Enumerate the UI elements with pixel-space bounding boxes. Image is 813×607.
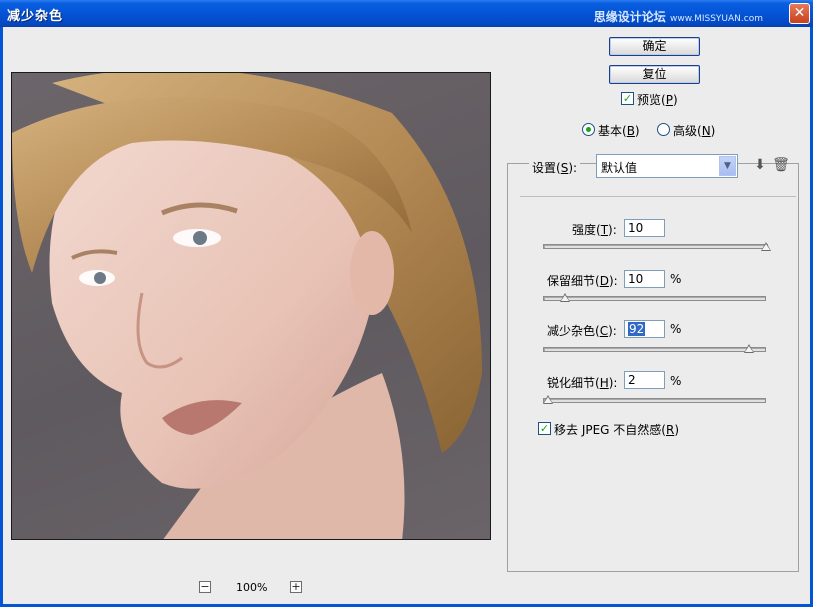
close-icon[interactable]: ✕ [789,3,810,24]
strength-input[interactable]: 10 [624,219,665,237]
reset-button[interactable]: 复位 [609,65,700,84]
radio-basic[interactable] [582,123,595,136]
zoom-out-button[interactable]: − [199,581,211,593]
reduce-color-noise-unit: % [670,322,682,336]
preserve-details-slider[interactable] [543,296,766,301]
divider [520,196,796,197]
reduce-color-noise-input[interactable]: 92 [624,320,665,338]
watermark-text: 思缘设计论坛 www.MISSYUAN.com [593,10,763,24]
preserve-details-input[interactable]: 10 [624,270,665,288]
strength-label: 强度(T): [572,223,617,237]
preserve-details-unit: % [670,272,682,286]
settings-dropdown[interactable]: 默认值 ▼ [596,154,738,178]
chevron-down-icon[interactable]: ▼ [719,156,736,176]
preview-image[interactable] [11,72,491,540]
radio-advanced-label: 高级(N) [673,124,716,138]
portrait-photo [12,73,482,539]
title-bar[interactable]: 减少杂色 思缘设计论坛 www.MISSYUAN.com ✕ [0,0,813,27]
ok-button[interactable]: 确定 [609,37,700,56]
sharpen-details-label: 锐化细节(H): [547,376,618,390]
reduce-color-noise-slider-thumb[interactable] [744,344,754,353]
save-settings-icon[interactable]: ⬇ [751,156,769,174]
window-title: 减少杂色 [7,9,64,24]
radio-basic-label: 基本(B) [598,124,640,138]
sharpen-details-unit: % [670,374,682,388]
trash-icon[interactable]: 🗑 [772,156,790,174]
sharpen-details-slider[interactable] [543,398,766,403]
sharpen-details-input[interactable]: 2 [624,371,665,389]
preserve-details-slider-thumb[interactable] [560,293,570,302]
preview-label: 预览(P) [637,93,678,107]
zoom-in-button[interactable]: + [290,581,302,593]
radio-advanced[interactable] [657,123,670,136]
preserve-details-label: 保留细节(D): [547,274,618,288]
zoom-bar: − 100% + [0,581,500,595]
jpeg-artifact-label: 移去 JPEG 不自然感(R) [554,423,679,437]
strength-slider-thumb[interactable] [761,242,771,251]
sharpen-details-slider-thumb[interactable] [543,395,553,404]
selected-text: 92 [628,322,646,336]
settings-label: 设置(S): [529,159,581,176]
zoom-level: 100% [236,581,268,594]
strength-slider[interactable] [543,244,768,249]
reduce-color-noise-slider[interactable] [543,347,766,352]
settings-value: 默认值 [601,161,638,175]
jpeg-artifact-checkbox[interactable]: ✓ [538,422,551,435]
reduce-color-noise-label: 减少杂色(C): [547,324,617,338]
preview-checkbox[interactable]: ✓ [621,92,634,105]
